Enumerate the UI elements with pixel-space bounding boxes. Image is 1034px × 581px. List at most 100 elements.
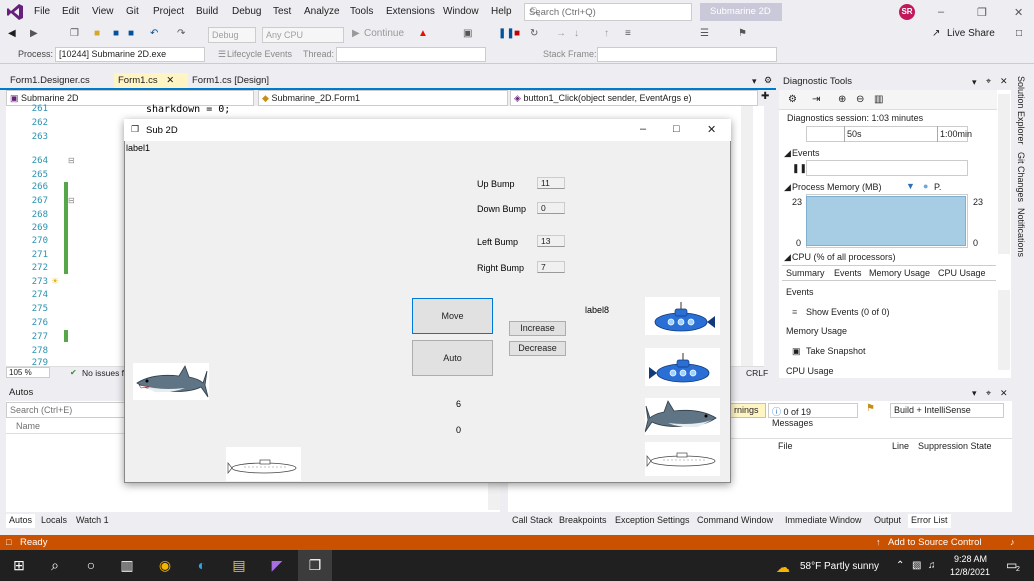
zoom-in-icon[interactable]: ⊕ xyxy=(838,94,846,105)
edge-icon[interactable]: ◐ xyxy=(193,557,211,575)
column-line[interactable]: Line xyxy=(892,441,909,451)
reset-zoom-icon[interactable]: ▥ xyxy=(874,94,883,105)
add-to-source-control-button[interactable]: Add to Source Control xyxy=(888,537,981,548)
panel-menu-icon[interactable]: ▾ xyxy=(972,77,977,88)
show-events-link[interactable]: Show Events (0 of 0) xyxy=(806,307,890,317)
menu-analyze[interactable]: Analyze xyxy=(304,6,340,17)
platform-select[interactable]: Any CPU xyxy=(262,27,344,43)
pin-icon[interactable]: ⌖ xyxy=(986,388,991,399)
solution-explorer-tab[interactable]: Solution Explorer xyxy=(1016,76,1026,145)
menu-window[interactable]: Window xyxy=(443,6,479,17)
tab-close-icon[interactable]: ✕ xyxy=(166,75,174,86)
tab-memory-usage[interactable]: Memory Usage xyxy=(869,268,930,278)
continue-icon[interactable]: ▶ xyxy=(352,28,360,39)
lightbulb-icon[interactable]: ☀ xyxy=(51,276,59,287)
submarine-app-icon[interactable]: ❐ xyxy=(306,557,324,575)
form-minimize-icon[interactable]: – xyxy=(640,123,646,135)
notification-bell-icon[interactable]: ♪ xyxy=(1010,537,1015,547)
undo-icon[interactable]: ↶ xyxy=(150,28,158,39)
decrease-button[interactable]: Decrease xyxy=(509,341,566,356)
tab-form1-designer-cs[interactable]: Form1.Designer.cs xyxy=(6,73,112,89)
lifecycle-events-select[interactable]: Lifecycle Events xyxy=(227,49,292,59)
expand-icon[interactable]: ◢ xyxy=(784,182,791,193)
live-share-button[interactable]: Live Share xyxy=(947,28,995,39)
column-suppression-state[interactable]: Suppression State xyxy=(918,441,992,451)
stack-frame-select[interactable] xyxy=(597,47,777,62)
settings-icon[interactable]: ⚙ xyxy=(764,75,772,86)
search-input[interactable]: Search (Ctrl+Q) 🔍︎ xyxy=(524,3,692,21)
save-icon[interactable]: ■ xyxy=(113,28,119,39)
panel-close-icon[interactable]: ✕ xyxy=(1000,388,1008,399)
close-icon[interactable]: ✕ xyxy=(1014,6,1023,19)
auto-button[interactable]: Auto xyxy=(412,340,493,376)
configuration-select[interactable]: Debug xyxy=(208,27,256,43)
pause-icon[interactable]: ❚❚ xyxy=(498,28,515,39)
search-icon[interactable]: ⌕ xyxy=(46,557,64,575)
restart-icon[interactable]: ↻ xyxy=(530,28,538,39)
stop-icon[interactable]: ■ xyxy=(514,28,520,39)
format-icon[interactable]: ☰ xyxy=(700,28,709,39)
save-all-icon[interactable]: ■ xyxy=(128,28,134,39)
panel-menu-icon[interactable]: ▾ xyxy=(972,388,977,399)
menu-file[interactable]: File xyxy=(34,6,50,17)
zoom-out-icon[interactable]: ⊖ xyxy=(856,94,864,105)
tab-breakpoints[interactable]: Breakpoints xyxy=(556,514,610,528)
menu-help[interactable]: Help xyxy=(491,6,512,17)
tab-exception-settings[interactable]: Exception Settings xyxy=(612,514,693,528)
select-tools-icon[interactable]: ⇥ xyxy=(812,94,820,105)
line-ending-status[interactable]: CRLF xyxy=(746,368,768,378)
expand-icon[interactable]: ◢ xyxy=(784,148,791,159)
code-line[interactable]: sharkdown = 0; xyxy=(146,104,230,115)
thread-select[interactable] xyxy=(336,47,486,62)
file-explorer-icon[interactable]: ▤ xyxy=(230,557,248,575)
continue-button[interactable]: Continue xyxy=(364,28,404,39)
clock-time[interactable]: 9:28 AM xyxy=(954,554,987,564)
bookmark-icon[interactable]: ⚑ xyxy=(738,28,747,39)
class-nav-select[interactable]: ◆ Submarine_2D.Form1 xyxy=(258,90,508,106)
network-icon[interactable]: ▧ xyxy=(912,560,921,571)
menu-build[interactable]: Build xyxy=(196,6,218,17)
chrome-icon[interactable]: ◉ xyxy=(156,557,174,575)
tab-autos[interactable]: Autos xyxy=(6,514,36,528)
restore-icon[interactable]: ❐ xyxy=(977,6,987,19)
avatar[interactable]: SR xyxy=(899,4,915,20)
tab-form1-cs-design[interactable]: Form1.cs [Design] xyxy=(188,73,276,89)
tab-immediate-window[interactable]: Immediate Window xyxy=(782,514,865,528)
menu-project[interactable]: Project xyxy=(153,6,184,17)
build-intellisense-select[interactable]: Build + IntelliSense xyxy=(890,403,1004,418)
tab-events[interactable]: Events xyxy=(834,268,862,278)
panel-close-icon[interactable]: ✕ xyxy=(1000,76,1008,87)
cortana-icon[interactable]: ○ xyxy=(82,557,100,575)
step-out-icon[interactable]: ↑ xyxy=(604,28,609,39)
down-bump-value[interactable]: 0 xyxy=(537,202,565,214)
form-maximize-icon[interactable]: □ xyxy=(673,123,680,135)
increase-button[interactable]: Increase xyxy=(509,321,566,336)
redo-icon[interactable]: ↷ xyxy=(177,28,185,39)
clock-date[interactable]: 12/8/2021 xyxy=(950,567,990,577)
messages-filter[interactable]: ⓘ 0 of 19 Messages xyxy=(768,403,858,428)
right-bump-value[interactable]: 7 xyxy=(537,261,565,273)
tab-form1-cs[interactable]: Form1.cs ✕ xyxy=(114,73,188,89)
open-folder-icon[interactable]: ■ xyxy=(94,28,100,39)
tab-locals[interactable]: Locals xyxy=(38,514,70,528)
move-button[interactable]: Move xyxy=(412,298,493,334)
diagnostic-scrollbar[interactable] xyxy=(998,94,1010,254)
menu-view[interactable]: View xyxy=(92,6,114,17)
warnings-filter[interactable]: rnings xyxy=(730,403,766,418)
menu-debug[interactable]: Debug xyxy=(232,6,261,17)
collapse-icon[interactable]: ⊟ xyxy=(68,156,75,165)
collapse-icon[interactable]: ⊟ xyxy=(68,196,75,205)
step-over-icon[interactable]: → xyxy=(556,28,566,39)
hex-display-icon[interactable]: ≡ xyxy=(625,28,631,39)
minimize-icon[interactable]: – xyxy=(938,6,944,18)
tab-output[interactable]: Output xyxy=(871,514,904,528)
windows-start-icon[interactable]: ⊞ xyxy=(10,557,28,575)
tab-overflow-icon[interactable]: ▾ xyxy=(752,76,757,87)
pause-events-icon[interactable]: ❚❚ xyxy=(792,163,807,174)
menu-tools[interactable]: Tools xyxy=(350,6,373,17)
split-icon[interactable]: ✚ xyxy=(761,91,769,102)
member-nav-select[interactable]: ◈ button1_Click(object sender, EventArgs… xyxy=(510,90,758,106)
gear-icon[interactable]: ⚙ xyxy=(788,94,797,105)
tab-call-stack[interactable]: Call Stack xyxy=(509,514,556,528)
menu-git[interactable]: Git xyxy=(126,6,139,17)
